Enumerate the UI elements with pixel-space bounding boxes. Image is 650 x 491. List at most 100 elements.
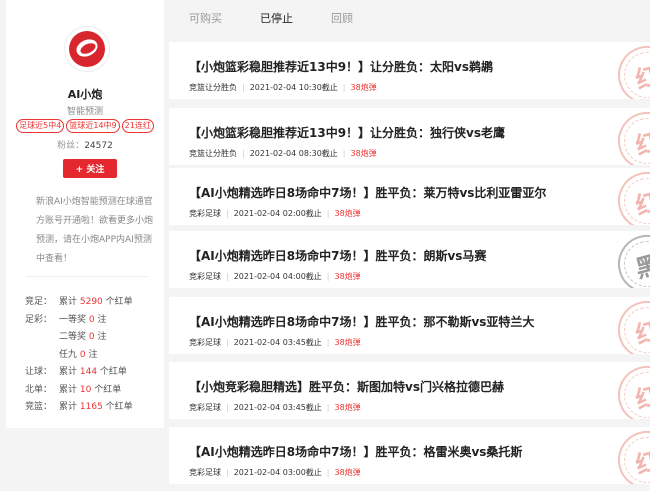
plan-category: 竞彩足球 bbox=[189, 209, 221, 218]
plan-meta: 竞彩足球 | 2021-02-04 03:00截止 | 38炮弹 bbox=[189, 468, 361, 477]
stat-prefix: 累计 bbox=[59, 297, 80, 308]
plan-title[interactable]: 【小炮竞彩稳胆精选】胜平负：斯图加特vs门兴格拉德巴赫 bbox=[189, 378, 504, 395]
plan-title[interactable]: 【小炮篮彩稳胆推荐近13中9！】让分胜负：独行侠vs老鹰 bbox=[189, 124, 505, 141]
stat-suffix: 注 bbox=[85, 349, 98, 360]
plan-card[interactable]: 【小炮竞彩稳胆精选】胜平负：斯图加特vs门兴格拉德巴赫 竞彩足球 | 2021-02… bbox=[169, 362, 650, 419]
plan-category: 竞彩足球 bbox=[189, 272, 221, 281]
tab-review[interactable]: 回顾 bbox=[331, 10, 353, 26]
fans-count: 粉丝：24572 bbox=[6, 138, 164, 151]
stat-prefix: 累计 bbox=[59, 402, 80, 413]
plan-price: 38炮弹 bbox=[334, 272, 361, 281]
stat-suffix: 注 bbox=[94, 332, 107, 343]
stat-value: 10 bbox=[79, 384, 92, 395]
red-stamp-icon: 红 bbox=[611, 42, 650, 99]
plan-deadline: 2021-02-04 03:00截止 bbox=[233, 468, 322, 477]
stats-list: 竞足： 累计 5290 个红单 足彩： 一等奖 0 注 二等奖 0 注 任九 0 注… bbox=[25, 292, 160, 415]
plan-title[interactable]: 【小炮篮彩稳胆推荐近13中9！】让分胜负：太阳vs鹈鹕 bbox=[189, 58, 493, 75]
record-badge: 足球近5中4 bbox=[16, 119, 65, 133]
plan-category: 竞彩足球 bbox=[189, 338, 221, 347]
profile-name: AI小炮 bbox=[67, 88, 103, 101]
tab-purchasable[interactable]: 可购买 bbox=[189, 10, 222, 26]
plan-meta: 竞篮让分胜负 | 2021-02-04 08:30截止 | 38炮弹 bbox=[189, 149, 377, 158]
plan-card[interactable]: 【小炮篮彩稳胆推荐近13中9！】让分胜负：太阳vs鹈鹕 竞篮让分胜负 | 2021-… bbox=[169, 42, 650, 99]
plan-title[interactable]: 【AI小炮精选昨日8场命中7场！】胜平负：格雷米奥vs桑托斯 bbox=[189, 443, 522, 460]
stat-prefix: 一等奖 bbox=[59, 314, 89, 325]
red-stamp-icon: 红 bbox=[611, 108, 650, 165]
plan-deadline: 2021-02-04 08:30截止 bbox=[249, 149, 338, 158]
plan-card[interactable]: 【小炮篮彩稳胆推荐近13中9！】让分胜负：独行侠vs老鹰 竞篮让分胜负 | 2021… bbox=[169, 108, 650, 165]
profile-subtitle: 智能预测 bbox=[66, 107, 103, 117]
plan-card[interactable]: 【AI小炮精选昨日8场命中7场！】胜平负：莱万特vs比利亚雷亚尔 竞彩足球 | 20… bbox=[169, 168, 650, 225]
stat-label: 让球： bbox=[25, 367, 53, 378]
stat-prefix: 累计 bbox=[59, 384, 80, 395]
stat-label: 北单： bbox=[25, 384, 53, 395]
plan-deadline: 2021-02-04 03:45截止 bbox=[233, 338, 322, 347]
stat-suffix: 个红单 bbox=[102, 297, 133, 308]
stat-prefix: 累计 bbox=[59, 367, 80, 378]
plan-title[interactable]: 【AI小炮精选昨日8场命中7场！】胜平负：那不勒斯vs亚特兰大 bbox=[189, 313, 534, 330]
stat-value: 1165 bbox=[79, 402, 103, 413]
plan-list-panel: 可购买 已停止 回顾 【小炮篮彩稳胆推荐近13中9！】让分胜负：太阳vs鹈鹕 竞… bbox=[169, 0, 650, 491]
plan-card[interactable]: 【AI小炮精选昨日8场命中7场！】胜平负：朗斯vs马赛 竞彩足球 | 2021-02… bbox=[169, 231, 650, 288]
tab-bar: 可购买 已停止 回顾 bbox=[169, 0, 650, 36]
record-badge: 篮球近14中9 bbox=[66, 119, 120, 133]
stat-row: 让球： 累计 144 个红单 bbox=[25, 362, 160, 380]
red-stamp-icon: 红 bbox=[611, 297, 650, 354]
plan-deadline: 2021-02-04 04:00截止 bbox=[233, 272, 322, 281]
record-badge: 21连红 bbox=[121, 119, 154, 133]
plan-meta: 竞彩足球 | 2021-02-04 03:45截止 | 38炮弹 bbox=[189, 403, 361, 412]
stat-value: 144 bbox=[79, 367, 98, 378]
stat-label: 竞篮： bbox=[25, 402, 53, 413]
plan-title[interactable]: 【AI小炮精选昨日8场命中7场！】胜平负：朗斯vs马赛 bbox=[189, 247, 486, 264]
profile-sidebar: AI小炮 智能预测 足球近5中4 篮球近14中9 21连红 粉丝：24572 +… bbox=[6, 0, 164, 428]
stat-row: 北单： 累计 10 个红单 bbox=[25, 380, 160, 398]
plan-deadline: 2021-02-04 03:45截止 bbox=[233, 403, 322, 412]
stat-suffix: 个红单 bbox=[91, 384, 122, 395]
fans-label: 粉丝： bbox=[57, 141, 85, 151]
stat-label: 足彩： bbox=[25, 314, 53, 325]
plan-price: 38炮弹 bbox=[350, 83, 377, 92]
avatar[interactable] bbox=[64, 26, 110, 72]
brand-logo-icon bbox=[69, 31, 105, 67]
plan-meta: 竞彩足球 | 2021-02-04 04:00截止 | 38炮弹 bbox=[189, 272, 361, 281]
stat-suffix: 个红单 bbox=[102, 402, 133, 413]
plan-deadline: 2021-02-04 10:30截止 bbox=[249, 83, 338, 92]
stat-row: 二等奖 0 注 bbox=[25, 327, 160, 345]
plan-meta: 竞篮让分胜负 | 2021-02-04 10:30截止 | 38炮弹 bbox=[189, 83, 377, 92]
stat-row: 竞足： 累计 5290 个红单 bbox=[25, 292, 160, 310]
red-stamp-icon: 红 bbox=[611, 362, 650, 419]
stat-label: 竞足： bbox=[25, 297, 53, 308]
fans-value: 24572 bbox=[84, 141, 113, 151]
plan-meta: 竞彩足球 | 2021-02-04 02:00截止 | 38炮弹 bbox=[189, 209, 361, 218]
tab-stopped[interactable]: 已停止 bbox=[260, 10, 293, 26]
plan-title[interactable]: 【AI小炮精选昨日8场命中7场！】胜平负：莱万特vs比利亚雷亚尔 bbox=[189, 184, 546, 201]
plan-category: 竞篮让分胜负 bbox=[189, 149, 237, 158]
stat-suffix: 注 bbox=[94, 314, 107, 325]
stat-value: 5290 bbox=[79, 297, 103, 308]
plan-price: 38炮弹 bbox=[334, 209, 361, 218]
divider bbox=[26, 276, 148, 277]
stat-suffix: 个红单 bbox=[97, 367, 127, 378]
plan-card[interactable]: 【AI小炮精选昨日8场命中7场！】胜平负：那不勒斯vs亚特兰大 竞彩足球 | 202… bbox=[169, 297, 650, 354]
plan-price: 38炮弹 bbox=[350, 149, 377, 158]
follow-button[interactable]: + 关注 bbox=[63, 159, 117, 178]
black-stamp-icon: 黑 bbox=[611, 231, 650, 288]
red-stamp-icon: 红 bbox=[611, 427, 650, 484]
stat-prefix: 任九 bbox=[59, 349, 80, 360]
record-badges: 足球近5中4 篮球近14中9 21连红 bbox=[6, 119, 164, 133]
profile-description: 新浪AI小炮智能预测在球通官方账号开通啦！欲看更多小炮预测，请在小炮APP内AI… bbox=[36, 197, 154, 264]
stat-row: 竞篮： 累计 1165 个红单 bbox=[25, 397, 160, 415]
stat-prefix: 二等奖 bbox=[59, 332, 89, 343]
plan-price: 38炮弹 bbox=[334, 468, 361, 477]
stat-row: 任九 0 注 bbox=[25, 345, 160, 363]
plan-price: 38炮弹 bbox=[334, 403, 361, 412]
stat-row: 足彩： 一等奖 0 注 bbox=[25, 310, 160, 328]
red-stamp-icon: 红 bbox=[611, 168, 650, 225]
plan-category: 竞篮让分胜负 bbox=[189, 83, 237, 92]
plan-meta: 竞彩足球 | 2021-02-04 03:45截止 | 38炮弹 bbox=[189, 338, 361, 347]
plan-price: 38炮弹 bbox=[334, 338, 361, 347]
plan-card[interactable]: 【AI小炮精选昨日8场命中7场！】胜平负：格雷米奥vs桑托斯 竞彩足球 | 2021… bbox=[169, 427, 650, 484]
plan-category: 竞彩足球 bbox=[189, 403, 221, 412]
plan-deadline: 2021-02-04 02:00截止 bbox=[233, 209, 322, 218]
plan-category: 竞彩足球 bbox=[189, 468, 221, 477]
